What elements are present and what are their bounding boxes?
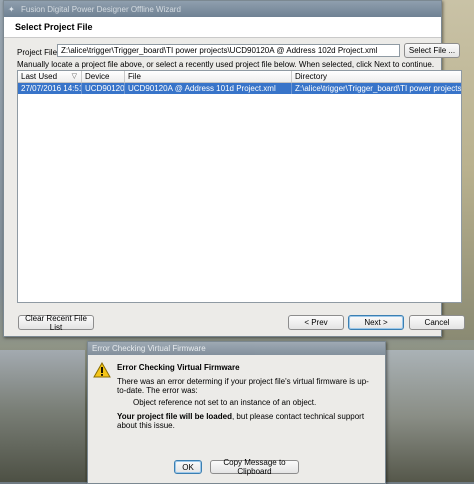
desktop-background-lower-left: [0, 350, 85, 482]
sort-descending-icon: ▽: [71, 73, 77, 80]
wizard-window: ✦ Fusion Digital Power Designer Offline …: [3, 0, 465, 337]
page-title: Select Project File: [15, 22, 93, 32]
column-header-device[interactable]: Device: [82, 71, 125, 82]
prev-button[interactable]: < Prev: [288, 315, 344, 330]
column-header-file[interactable]: File: [125, 71, 292, 82]
project-file-label: Project File:: [17, 48, 60, 57]
dialog-note: Your project file will be loaded, but pl…: [117, 412, 377, 430]
table-header: Last Used ▽ Device File Directory: [18, 71, 461, 83]
column-header-last-used[interactable]: Last Used ▽: [18, 71, 82, 82]
recent-files-table: Last Used ▽ Device File Directory 27/07/…: [17, 70, 462, 303]
warning-icon: [93, 362, 111, 378]
window-title: Fusion Digital Power Designer Offline Wi…: [21, 4, 181, 14]
dialog-error-detail: Object reference not set to an instance …: [133, 398, 317, 407]
project-file-input[interactable]: [57, 44, 400, 57]
desktop-background-lower-right: [384, 350, 474, 482]
app-icon: ✦: [8, 4, 15, 14]
dialog-note-bold: Your project file will be loaded: [117, 412, 232, 421]
ok-button[interactable]: OK: [174, 460, 202, 474]
clear-recent-file-list-button[interactable]: Clear Recent File List: [18, 314, 94, 332]
wizard-titlebar[interactable]: ✦ Fusion Digital Power Designer Offline …: [4, 1, 441, 17]
instructions-text: Manually locate a project file above, or…: [17, 60, 435, 69]
select-file-button[interactable]: Select File ...: [404, 43, 460, 58]
cell-device: UCD90120A: [82, 83, 125, 94]
dialog-titlebar[interactable]: Error Checking Virtual Firmware: [88, 342, 385, 355]
table-row[interactable]: 27/07/2016 14:51 UCD90120A UCD90120A @ A…: [18, 83, 461, 94]
column-header-directory[interactable]: Directory: [292, 71, 461, 82]
cell-file: UCD90120A @ Address 101d Project.xml: [125, 83, 292, 94]
dialog-heading: Error Checking Virtual Firmware: [117, 363, 240, 372]
cell-directory: Z:\alice\trigger\Trigger_board\TI power …: [295, 84, 461, 93]
wizard-header: Select Project File: [4, 17, 441, 38]
dialog-message: There was an error determing if your pro…: [117, 377, 369, 395]
next-button[interactable]: Next >: [348, 315, 404, 330]
cell-last-used: 27/07/2016 14:51: [18, 83, 82, 94]
error-dialog: Error Checking Virtual Firmware Error Ch…: [87, 341, 386, 484]
copy-message-button[interactable]: Copy Message to Clipboard: [210, 458, 299, 476]
cancel-button[interactable]: Cancel: [409, 315, 465, 330]
